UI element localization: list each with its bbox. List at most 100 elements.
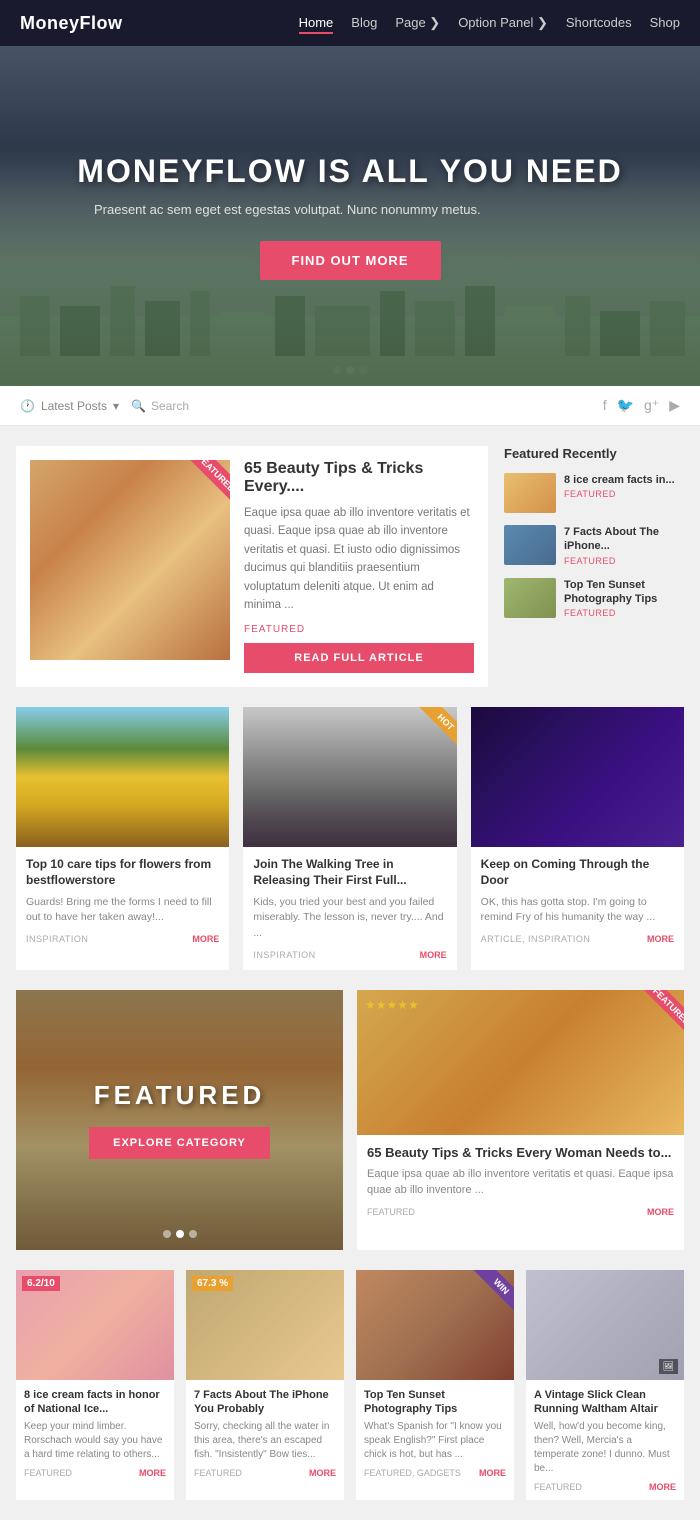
bottom-card-2-more[interactable]: MORE [309, 1468, 336, 1478]
nav-item-shop[interactable]: Shop [650, 14, 680, 32]
hot-badge: HOT [417, 707, 457, 751]
twitter-icon[interactable]: 🐦 [617, 397, 634, 414]
sidebar-item-3[interactable]: Top Ten Sunset Photography Tips FEATURED [504, 578, 684, 619]
card-grid: Top 10 care tips for flowers from bestfl… [16, 707, 684, 969]
card-3-title: Keep on Coming Through the Door [481, 857, 674, 888]
bottom-card-1-text: Keep your mind limber. Rorschach would s… [24, 1420, 166, 1462]
bottom-card-3-image: WIN [356, 1270, 514, 1380]
card-3-text: OK, this has gotta stop. I'm going to re… [481, 895, 674, 927]
explore-category-button[interactable]: EXPLORE CATEGORY [89, 1127, 270, 1159]
card-3-more[interactable]: MORE [647, 934, 674, 944]
hero-title: MONEYFLOW IS ALL YOU NEED [77, 153, 622, 190]
bottom-card-1-title: 8 ice cream facts in honor of National I… [24, 1388, 166, 1417]
card-3-body: Keep on Coming Through the Door OK, this… [471, 847, 684, 954]
bottom-grid: 6.2/10 8 ice cream facts in honor of Nat… [16, 1270, 684, 1501]
sidebar-item-1-title: 8 ice cream facts in... [564, 473, 675, 487]
clock-icon: 🕐 [20, 399, 35, 413]
featured-banner-content: FEATURED EXPLORE CATEGORY [89, 1080, 270, 1159]
card-3-footer: ARTICLE, INSPIRATION MORE [481, 934, 674, 944]
card-2-more[interactable]: MORE [420, 950, 447, 960]
card-1-title: Top 10 care tips for flowers from bestfl… [26, 857, 219, 888]
card-1-more[interactable]: MORE [192, 934, 219, 944]
bottom-card-1-footer: FEATURED MORE [24, 1468, 166, 1478]
percent-badge-2: 67.3 % [192, 1276, 233, 1291]
bottom-card-2-text: Sorry, checking all the water in this ar… [194, 1420, 336, 1462]
bottom-card-2-footer: FEATURED MORE [194, 1468, 336, 1478]
nav-item-shortcodes[interactable]: Shortcodes [566, 14, 632, 32]
search-bar[interactable]: 🔍 Search [131, 399, 189, 413]
bottom-card-3-body: Top Ten Sunset Photography Tips What's S… [356, 1380, 514, 1487]
featured-article-body: Eaque ipsa quae ab illo inventore verita… [244, 504, 474, 614]
hero-section: MONEYFLOW IS ALL YOU NEED Praesent ac se… [0, 46, 700, 386]
nav-item-home[interactable]: Home [299, 14, 334, 32]
nav-item-blog[interactable]: Blog [351, 14, 377, 32]
sidebar-item-3-label: FEATURED [564, 608, 684, 618]
featured-sidebar: Featured Recently 8 ice cream facts in..… [504, 446, 684, 687]
featured-section: FEATURED 65 Beauty Tips & Tricks Every..… [16, 446, 684, 687]
bottom-card-3-category: FEATURED, GADGETS [364, 1468, 461, 1478]
bottom-card-1-body: 8 ice cream facts in honor of National I… [16, 1380, 174, 1487]
bottom-card-4-footer: FEATURED MORE [534, 1482, 676, 1492]
featured-side-title: 65 Beauty Tips & Tricks Every Woman Need… [367, 1145, 674, 1160]
toolbar: 🕐 Latest Posts ▾ 🔍 Search f 🐦 g⁺ ▶ [0, 386, 700, 426]
nav-item-page[interactable]: Page ❯ [395, 14, 440, 32]
banner-dot-1[interactable] [163, 1230, 171, 1238]
read-full-article-button[interactable]: READ FULL ARTICLE [244, 643, 474, 673]
brand[interactable]: MoneyFlow [20, 13, 123, 34]
featured-side-footer: FEATURED MORE [367, 1207, 674, 1217]
nav-item-option[interactable]: Option Panel ❯ [458, 14, 548, 32]
bottom-card-3-text: What's Spanish for "I know you speak Eng… [364, 1420, 506, 1462]
card-2-category: INSPIRATION [253, 950, 315, 960]
sidebar-thumb-2 [504, 525, 556, 565]
bottom-card-1-more[interactable]: MORE [139, 1468, 166, 1478]
sidebar-item-2-label: FEATURED [564, 556, 684, 566]
nav-menu: Home Blog Page ❯ Option Panel ❯ Shortcod… [299, 14, 680, 32]
bottom-card-3-title: Top Ten Sunset Photography Tips [364, 1388, 506, 1417]
sidebar-item-1[interactable]: 8 ice cream facts in... FEATURED [504, 473, 684, 513]
featured-banner-title: FEATURED [89, 1080, 270, 1111]
bottom-card-3-footer: FEATURED, GADGETS MORE [364, 1468, 506, 1478]
search-placeholder: Search [151, 399, 189, 413]
main-content: FEATURED 65 Beauty Tips & Tricks Every..… [0, 426, 700, 1520]
bottom-card-3-more[interactable]: MORE [479, 1468, 506, 1478]
card-1: Top 10 care tips for flowers from bestfl… [16, 707, 229, 969]
hero-subtitle: Praesent ac sem eget est egestas volutpa… [77, 202, 497, 217]
chevron-down-icon: ▾ [113, 399, 119, 413]
card-2-image: HOT [243, 707, 456, 847]
facebook-icon[interactable]: f [603, 397, 607, 414]
bottom-card-2-category: FEATURED [194, 1468, 242, 1478]
sidebar-thumb-3 [504, 578, 556, 618]
stars-rating: ★★★★★ [365, 998, 419, 1012]
youtube-icon[interactable]: ▶ [669, 397, 680, 414]
card-3-category: ARTICLE, INSPIRATION [481, 934, 591, 944]
google-plus-icon[interactable]: g⁺ [644, 397, 659, 414]
banner-slider-dots [163, 1230, 197, 1238]
featured-article: FEATURED 65 Beauty Tips & Tricks Every..… [16, 446, 488, 687]
bottom-card-2-image: 67.3 % [186, 1270, 344, 1380]
featured-corner-badge: FEATURED [641, 990, 684, 1037]
sidebar-item-2[interactable]: 7 Facts About The iPhone... FEATURED [504, 525, 684, 566]
latest-posts-dropdown[interactable]: 🕐 Latest Posts ▾ [20, 399, 119, 413]
card-3: Keep on Coming Through the Door OK, this… [471, 707, 684, 969]
bottom-card-4-title: A Vintage Slick Clean Running Waltham Al… [534, 1388, 676, 1417]
sidebar-thumb-1 [504, 473, 556, 513]
bottom-card-2-title: 7 Facts About The iPhone You Probably [194, 1388, 336, 1417]
featured-article-label: FEATURED [244, 624, 474, 635]
rating-badge-1: 6.2/10 [22, 1276, 60, 1291]
card-1-footer: INSPIRATION MORE [26, 934, 219, 944]
hero-cta-button[interactable]: FIND OUT MORE [260, 241, 441, 280]
featured-side-more[interactable]: MORE [647, 1207, 674, 1217]
featured-banner-row: FEATURED EXPLORE CATEGORY ★★★★★ FEATURED… [16, 990, 684, 1250]
featured-side-body: 65 Beauty Tips & Tricks Every Woman Need… [357, 1135, 684, 1227]
bottom-card-2: 67.3 % 7 Facts About The iPhone You Prob… [186, 1270, 344, 1501]
featured-side-card: ★★★★★ FEATURED 65 Beauty Tips & Tricks E… [357, 990, 684, 1250]
card-1-category: INSPIRATION [26, 934, 88, 944]
bottom-card-4-text: Well, how'd you become king, then? Well,… [534, 1420, 676, 1476]
featured-article-image: FEATURED [30, 460, 230, 660]
banner-dot-3[interactable] [189, 1230, 197, 1238]
card-2: HOT Join The Walking Tree in Releasing T… [243, 707, 456, 969]
card-2-text: Kids, you tried your best and you failed… [253, 895, 446, 942]
banner-dot-2[interactable] [176, 1230, 184, 1238]
bottom-card-4-more[interactable]: MORE [649, 1482, 676, 1492]
featured-side-image: ★★★★★ FEATURED [357, 990, 684, 1135]
